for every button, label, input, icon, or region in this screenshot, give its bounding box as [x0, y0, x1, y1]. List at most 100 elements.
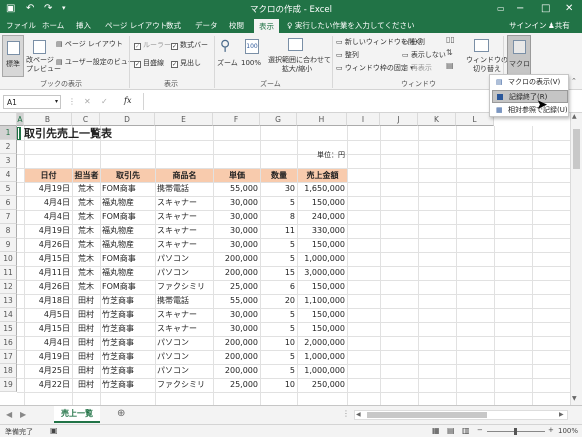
table-cell[interactable]: 200,000: [215, 266, 258, 280]
row-header-3[interactable]: 3: [0, 154, 17, 168]
table-cell[interactable]: 4月25日: [26, 364, 70, 378]
table-cell[interactable]: 4月15日: [26, 322, 70, 336]
table-cell[interactable]: 携帯電話: [157, 182, 211, 196]
switch-windows-button[interactable]: ウィンドウの 切り替え: [464, 35, 508, 77]
row-header-9[interactable]: 9: [0, 238, 17, 252]
share-button[interactable]: ♟共有: [548, 20, 570, 31]
tab-formulas[interactable]: 数式: [166, 20, 181, 31]
signin-link[interactable]: サインイン: [509, 20, 547, 31]
table-cell[interactable]: 25,000: [215, 378, 258, 392]
tab-review[interactable]: 校閲: [229, 20, 244, 31]
table-cell[interactable]: 30: [262, 182, 295, 196]
column-header-g[interactable]: G: [260, 113, 297, 126]
table-cell[interactable]: 福丸物産: [102, 196, 153, 210]
table-cell[interactable]: 15: [262, 266, 295, 280]
table-cell[interactable]: 4月19日: [26, 224, 70, 238]
close-button[interactable]: ✕: [565, 2, 573, 15]
table-cell[interactable]: 2,000,000: [299, 336, 345, 350]
table-cell[interactable]: スキャナー: [157, 308, 211, 322]
table-cell[interactable]: 1,650,000: [299, 182, 345, 196]
table-cell[interactable]: 4月11日: [26, 266, 70, 280]
arrange-all-button[interactable]: ▭ 整列: [336, 51, 359, 60]
select-all-corner[interactable]: [0, 113, 17, 126]
table-cell[interactable]: スキャナー: [157, 210, 211, 224]
column-header-e[interactable]: E: [155, 113, 213, 126]
macro-record-icon[interactable]: ▣: [50, 426, 58, 435]
table-cell[interactable]: 田村: [74, 336, 98, 350]
page-break-preview-button[interactable]: 改ページ プレビュー: [26, 35, 61, 77]
table-cell[interactable]: 4月19日: [26, 350, 70, 364]
table-cell[interactable]: スキャナー: [157, 238, 211, 252]
enter-icon[interactable]: ✓: [101, 97, 108, 106]
tab-insert[interactable]: 挿入: [76, 20, 91, 31]
ruler-checkbox[interactable]: ✓ ルーラー: [134, 41, 171, 50]
row-header-12[interactable]: 12: [0, 280, 17, 294]
menu-stop-recording[interactable]: 記録終了(R): [492, 90, 568, 103]
table-cell[interactable]: FOM商事: [102, 280, 153, 294]
table-cell[interactable]: 1,000,000: [299, 350, 345, 364]
row-header-11[interactable]: 11: [0, 266, 17, 280]
table-cell[interactable]: ファクシミリ: [157, 280, 211, 294]
table-cell[interactable]: 5: [262, 196, 295, 210]
table-cell[interactable]: 25,000: [215, 280, 258, 294]
row-header-5[interactable]: 5: [0, 182, 17, 196]
horizontal-scrollbar[interactable]: ◀ ▶: [354, 410, 568, 420]
table-cell[interactable]: 6: [262, 280, 295, 294]
table-cell[interactable]: 福丸物産: [102, 238, 153, 252]
table-cell[interactable]: 荒木: [74, 210, 98, 224]
table-cell[interactable]: 200,000: [215, 336, 258, 350]
custom-views-button[interactable]: ▤ ユーザー設定のビュー: [56, 58, 135, 67]
table-cell[interactable]: 荒木: [74, 238, 98, 252]
tab-split-icon[interactable]: ⋮: [342, 409, 350, 418]
tell-me-box[interactable]: ♀ 実行したい作業を入力してください: [287, 20, 414, 31]
table-cell[interactable]: スキャナー: [157, 196, 211, 210]
normal-view-button[interactable]: 標準: [2, 35, 24, 77]
table-cell[interactable]: 11: [262, 224, 295, 238]
table-cell[interactable]: 福丸物産: [102, 224, 153, 238]
table-cell[interactable]: 30,000: [215, 308, 258, 322]
row-header-4[interactable]: 4: [0, 168, 17, 182]
table-cell[interactable]: 4月5日: [26, 308, 70, 322]
page-layout-view-button[interactable]: ▤ ページ レイアウト: [56, 40, 123, 49]
row-header-1[interactable]: 1: [0, 126, 17, 140]
tab-view[interactable]: 表示: [254, 19, 279, 33]
table-cell[interactable]: 竹芝商事: [102, 378, 153, 392]
name-box[interactable]: A1 ▾: [3, 95, 61, 109]
table-cell[interactable]: 4月26日: [26, 280, 70, 294]
table-cell[interactable]: 荒木: [74, 266, 98, 280]
table-cell[interactable]: 田村: [74, 364, 98, 378]
table-cell[interactable]: 竹芝商事: [102, 322, 153, 336]
zoom-slider[interactable]: [487, 428, 545, 435]
table-cell[interactable]: 330,000: [299, 224, 345, 238]
menu-view-macros[interactable]: ▤ マクロの表示(V): [492, 76, 568, 89]
zoom-in-icon[interactable]: +: [548, 426, 554, 434]
table-cell[interactable]: スキャナー: [157, 322, 211, 336]
row-header-13[interactable]: 13: [0, 294, 17, 308]
table-cell[interactable]: 150,000: [299, 238, 345, 252]
table-cell[interactable]: 田村: [74, 308, 98, 322]
table-cell[interactable]: 荒木: [74, 196, 98, 210]
scroll-right-icon[interactable]: ▶: [559, 411, 564, 418]
table-cell[interactable]: パソコン: [157, 350, 211, 364]
gridlines-checkbox[interactable]: ✓ 目盛線: [134, 59, 164, 68]
column-header-h[interactable]: H: [297, 113, 347, 126]
zoom-button[interactable]: ⚲ ズーム: [217, 35, 239, 77]
cancel-icon[interactable]: ✕: [84, 97, 91, 106]
column-header-b[interactable]: B: [24, 113, 72, 126]
table-cell[interactable]: 1,000,000: [299, 364, 345, 378]
table-cell[interactable]: 8: [262, 210, 295, 224]
table-cell[interactable]: 20: [262, 294, 295, 308]
zoom-100-button[interactable]: 100 100%: [241, 35, 265, 77]
table-cell[interactable]: 30,000: [215, 238, 258, 252]
table-cell[interactable]: 竹芝商事: [102, 308, 153, 322]
table-cell[interactable]: 竹芝商事: [102, 336, 153, 350]
table-cell[interactable]: FOM商事: [102, 210, 153, 224]
table-cell[interactable]: 200,000: [215, 364, 258, 378]
table-cell[interactable]: 5: [262, 350, 295, 364]
formula-bar-checkbox[interactable]: ✓ 数式バー: [171, 41, 208, 50]
hide-window-button[interactable]: ▭ 表示しない: [402, 51, 446, 60]
split-button[interactable]: ▭ 分割: [402, 38, 425, 47]
header-cell[interactable]: 日付: [25, 169, 72, 182]
table-cell[interactable]: パソコン: [157, 266, 211, 280]
table-cell[interactable]: 30,000: [215, 196, 258, 210]
